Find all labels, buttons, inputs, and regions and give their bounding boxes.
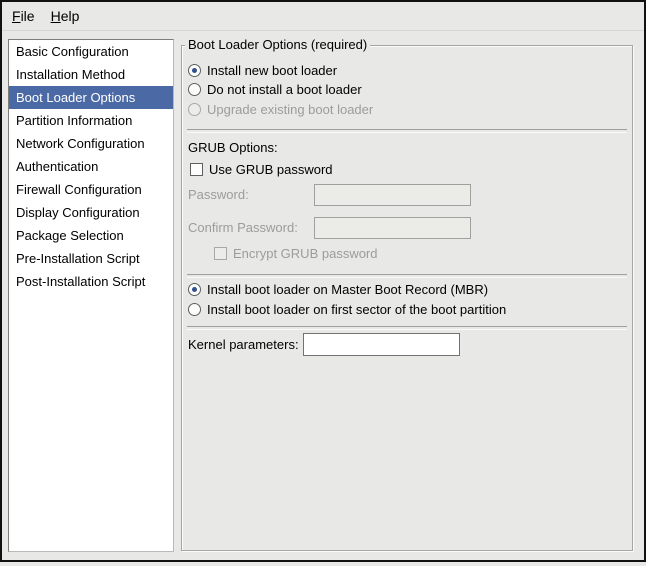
- sidebar-item-boot-loader-options[interactable]: Boot Loader Options: [9, 86, 173, 109]
- radio-row-do-not-install[interactable]: Do not install a boot loader: [188, 80, 362, 98]
- kernel-parameters-label: Kernel parameters:: [188, 333, 299, 356]
- grub-options-row: GRUB Options:: [188, 138, 278, 156]
- separator: [187, 326, 627, 330]
- confirm-password-label: Confirm Password:: [188, 217, 298, 239]
- menu-help-label: Help: [51, 8, 80, 24]
- checkbox-row-encrypt-grub-password: Encrypt GRUB password: [214, 244, 378, 262]
- checkbox-label-use-grub-password: Use GRUB password: [209, 162, 333, 177]
- radio-label-upgrade-existing: Upgrade existing boot loader: [207, 102, 373, 117]
- sidebar-item-pre-installation-script[interactable]: Pre-Installation Script: [9, 247, 173, 270]
- sidebar-item-partition-information[interactable]: Partition Information: [9, 109, 173, 132]
- radio-icon-install-new[interactable]: [188, 64, 201, 77]
- radio-label-install-mbr: Install boot loader on Master Boot Recor…: [207, 282, 488, 297]
- sidebar-item-installation-method[interactable]: Installation Method: [9, 63, 173, 86]
- menu-file[interactable]: File: [4, 5, 43, 27]
- radio-row-install-first-sector[interactable]: Install boot loader on first sector of t…: [188, 300, 506, 318]
- menu-file-label: File: [12, 8, 35, 24]
- radio-row-install-mbr[interactable]: Install boot loader on Master Boot Recor…: [188, 280, 488, 298]
- sidebar-item-network-configuration[interactable]: Network Configuration: [9, 132, 173, 155]
- frame-title: Boot Loader Options (required): [185, 38, 370, 52]
- sidebar-item-firewall-configuration[interactable]: Firewall Configuration: [9, 178, 173, 201]
- sidebar-list: Basic ConfigurationInstallation MethodBo…: [8, 39, 174, 552]
- radio-icon-do-not-install[interactable]: [188, 83, 201, 96]
- sidebar-item-package-selection[interactable]: Package Selection: [9, 224, 173, 247]
- password-label: Password:: [188, 184, 249, 206]
- sidebar-item-basic-configuration[interactable]: Basic Configuration: [9, 40, 173, 63]
- checkbox-row-use-grub-password[interactable]: Use GRUB password: [190, 160, 333, 178]
- radio-label-do-not-install: Do not install a boot loader: [207, 82, 362, 97]
- kernel-parameters-input[interactable]: [303, 333, 460, 356]
- radio-row-upgrade-existing: Upgrade existing boot loader: [188, 100, 373, 118]
- checkbox-icon-encrypt-grub-password: [214, 247, 227, 260]
- menu-help[interactable]: Help: [43, 5, 88, 27]
- radio-label-install-new: Install new boot loader: [207, 63, 337, 78]
- radio-row-install-new-boot-loader[interactable]: Install new boot loader: [188, 61, 337, 79]
- radio-icon-install-first-sector[interactable]: [188, 303, 201, 316]
- boot-loader-options-frame: Install new boot loader Do not install a…: [181, 45, 633, 551]
- separator: [187, 129, 627, 133]
- checkbox-label-encrypt-grub-password: Encrypt GRUB password: [233, 246, 378, 261]
- sidebar-item-display-configuration[interactable]: Display Configuration: [9, 201, 173, 224]
- menu-bar: File Help: [2, 2, 644, 31]
- separator: [187, 274, 627, 278]
- radio-icon-install-mbr[interactable]: [188, 283, 201, 296]
- checkbox-icon-use-grub-password[interactable]: [190, 163, 203, 176]
- kickstart-configurator-window: File Help Basic ConfigurationInstallatio…: [0, 0, 646, 566]
- confirm-password-field: [314, 217, 471, 239]
- radio-icon-upgrade-existing: [188, 103, 201, 116]
- password-field: [314, 184, 471, 206]
- sidebar-item-post-installation-script[interactable]: Post-Installation Script: [9, 270, 173, 293]
- sidebar-item-authentication[interactable]: Authentication: [9, 155, 173, 178]
- grub-options-label: GRUB Options:: [188, 140, 278, 155]
- radio-label-install-first-sector: Install boot loader on first sector of t…: [207, 302, 506, 317]
